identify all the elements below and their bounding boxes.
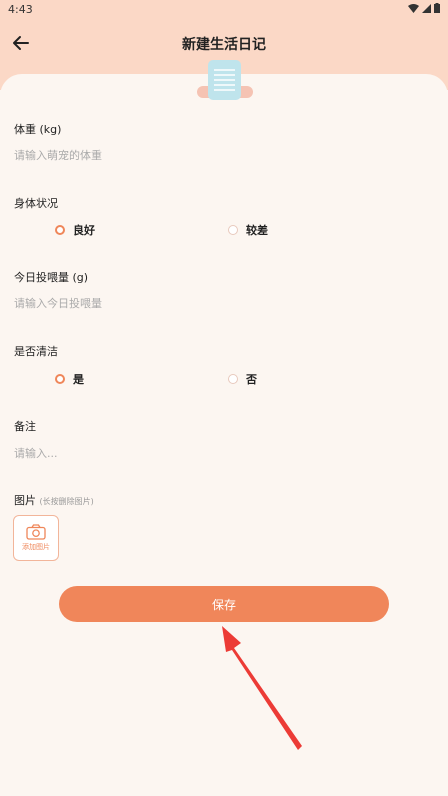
screen: 4:43 新建生活日记 体重 (kg) 身体状况 良好 较差 今日投喂量 (g)	[0, 0, 448, 796]
condition-option-good-label: 良好	[73, 224, 95, 237]
condition-option-poor-label: 较差	[246, 224, 268, 237]
camera-icon	[26, 524, 46, 540]
wifi-icon	[408, 3, 419, 13]
condition-label: 身体状况	[14, 197, 58, 210]
weight-label: 体重 (kg)	[14, 123, 62, 136]
condition-option-poor[interactable]: 较差	[228, 222, 268, 238]
images-hint: (长按删除图片)	[39, 497, 94, 506]
radio-unchecked-icon	[228, 225, 238, 235]
save-button[interactable]: 保存	[59, 586, 389, 622]
feeding-input[interactable]	[14, 293, 434, 313]
images-label: 图片 (长按删除图片)	[14, 492, 94, 508]
signal-icon	[422, 3, 431, 13]
weight-input[interactable]	[14, 145, 434, 165]
note-input[interactable]	[14, 443, 434, 463]
feeding-label: 今日投喂量 (g)	[14, 271, 89, 284]
clean-option-no-label: 否	[246, 373, 257, 386]
red-arrow-annotation	[222, 626, 302, 750]
status-bar: 4:43	[0, 0, 448, 18]
clean-option-yes-label: 是	[73, 373, 84, 386]
add-image-button[interactable]: 添加图片	[13, 515, 59, 561]
note-label: 备注	[14, 420, 36, 433]
battery-icon	[434, 3, 440, 13]
page-title: 新建生活日记	[182, 37, 266, 53]
radio-checked-icon	[55, 225, 65, 235]
condition-option-good[interactable]: 良好	[55, 222, 95, 238]
clean-option-yes[interactable]: 是	[55, 371, 84, 387]
radio-checked-icon	[55, 374, 65, 384]
clean-label: 是否清洁	[14, 345, 58, 358]
add-image-label: 添加图片	[22, 543, 50, 551]
status-time: 4:43	[8, 3, 33, 16]
clean-option-no[interactable]: 否	[228, 371, 257, 387]
radio-unchecked-icon	[228, 374, 238, 384]
status-icons	[408, 3, 440, 13]
images-label-text: 图片	[14, 494, 36, 507]
notepad-icon	[197, 60, 253, 100]
